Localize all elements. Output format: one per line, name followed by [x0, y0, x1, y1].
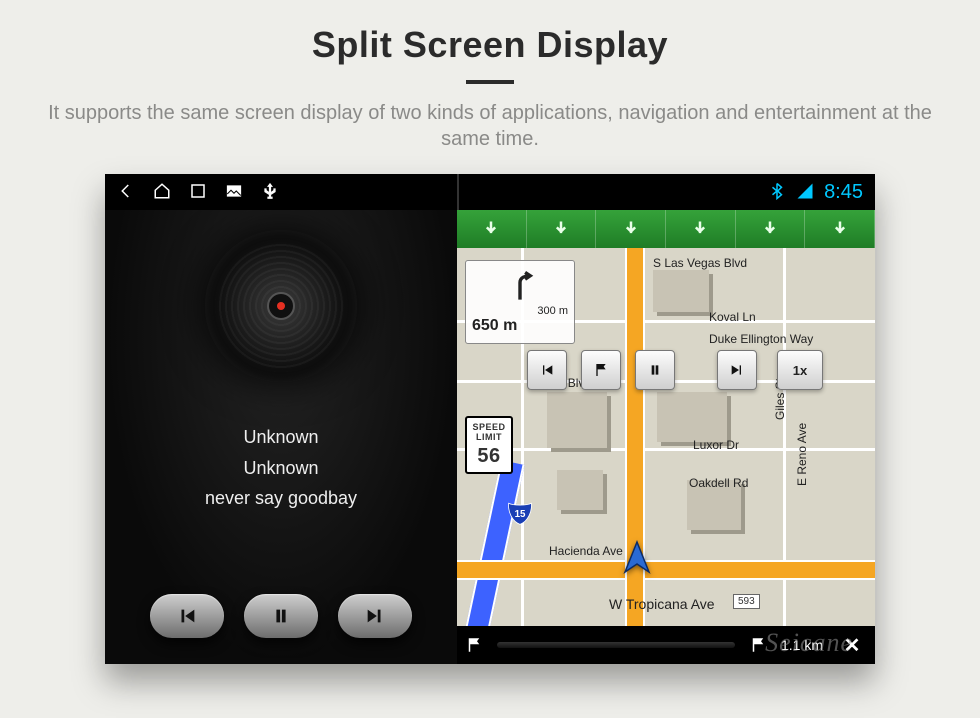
statusbar-clock: 8:45 — [824, 181, 863, 204]
direction-arrow-icon — [666, 210, 736, 248]
current-position-icon — [619, 540, 655, 581]
sim-next-button[interactable] — [717, 350, 757, 390]
speed-limit-value: 56 — [469, 445, 509, 468]
player-next-button[interactable] — [338, 594, 412, 638]
recent-apps-icon[interactable] — [189, 182, 207, 203]
track-artist: Unknown — [105, 453, 457, 484]
player-prev-button[interactable] — [150, 594, 224, 638]
picture-icon[interactable] — [225, 182, 243, 203]
close-route-button[interactable]: ✕ — [837, 630, 867, 660]
route-progress-bar — [497, 642, 735, 648]
direction-banner — [457, 210, 875, 248]
signal-icon — [796, 182, 814, 203]
route-flag-icon[interactable] — [465, 636, 483, 654]
back-icon[interactable] — [117, 182, 135, 203]
building — [653, 270, 709, 312]
svg-text:15: 15 — [515, 509, 526, 520]
street-label: E Reno Ave — [795, 423, 809, 486]
usb-icon[interactable] — [261, 182, 279, 203]
music-player-pane: Unknown Unknown never say goodbay — [105, 210, 457, 664]
track-name: never say goodbay — [105, 483, 457, 514]
page-title: Split Screen Display — [0, 0, 980, 66]
building — [557, 470, 603, 510]
direction-arrow-icon — [805, 210, 875, 248]
navigation-pane: S Las Vegas Blvd Koval Ln Duke Ellington… — [457, 210, 875, 664]
dest-flag-icon — [749, 636, 767, 654]
building — [657, 392, 727, 442]
album-disc — [205, 230, 357, 382]
sim-speed-button[interactable]: 1x — [777, 350, 823, 390]
remaining-distance: 1.1 km — [781, 637, 823, 653]
street-label: S Las Vegas Blvd — [653, 256, 747, 270]
sim-flag-button[interactable] — [581, 350, 621, 390]
turn-hint-dist2: 650 m — [472, 317, 568, 335]
direction-arrow-icon — [527, 210, 597, 248]
bluetooth-icon — [768, 182, 786, 203]
track-title: Unknown — [105, 422, 457, 453]
street-label: Koval Ln — [709, 310, 756, 324]
map-bottom-bar: 1.1 km ✕ — [457, 626, 875, 664]
sim-prev-button[interactable] — [527, 350, 567, 390]
title-underline — [466, 80, 514, 84]
android-statusbar: 8:45 — [105, 174, 875, 210]
player-pause-button[interactable] — [244, 594, 318, 638]
speed-limit-label: SPEED LIMIT — [469, 422, 509, 443]
road-tropicana — [457, 560, 875, 580]
street-label: Oakdell Rd — [689, 476, 748, 490]
device-screenshot: 8:45 Unknown Unknown never say goodbay — [105, 174, 875, 664]
track-info: Unknown Unknown never say goodbay — [105, 422, 457, 514]
direction-arrow-icon — [736, 210, 806, 248]
building — [547, 392, 607, 448]
direction-arrow-icon — [457, 210, 527, 248]
page-description: It supports the same screen display of t… — [30, 100, 950, 152]
address-marker: 593 — [733, 594, 760, 609]
turn-hint-card: 300 m 650 m — [465, 260, 575, 344]
street-label: Duke Ellington Way — [709, 332, 813, 346]
street-label: W Tropicana Ave — [609, 596, 715, 612]
turn-icon — [503, 269, 537, 303]
speed-limit-sign: SPEED LIMIT 56 — [465, 416, 513, 474]
statusbar-split-divider — [457, 174, 459, 210]
turn-hint-dist1: 300 m — [472, 305, 568, 317]
street-label: Luxor Dr — [693, 438, 739, 452]
street-label: Hacienda Ave — [549, 544, 623, 558]
home-icon[interactable] — [153, 182, 171, 203]
direction-arrow-icon — [596, 210, 666, 248]
road-minor — [457, 448, 875, 451]
sim-pause-button[interactable] — [635, 350, 675, 390]
interstate-shield-icon: 15 — [507, 500, 533, 526]
